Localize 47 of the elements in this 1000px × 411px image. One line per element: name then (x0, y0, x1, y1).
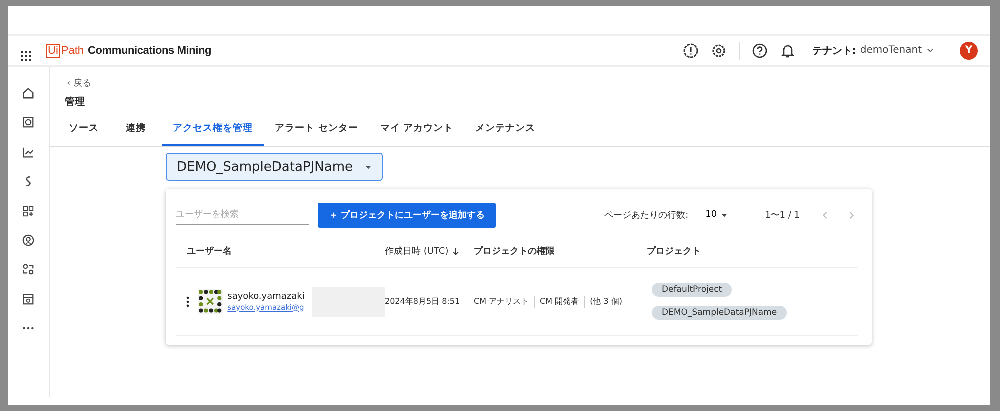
line-chart-icon[interactable] (22, 146, 35, 159)
project-chip: DefaultProject (652, 283, 732, 297)
logo: Ui Path (46, 44, 84, 58)
project-dropdown[interactable]: DEMO_SampleDataPJName (166, 153, 383, 181)
dropdown-arrow-icon (364, 164, 372, 170)
user-avatar[interactable]: Y (960, 42, 978, 60)
column-header: プロジェクト (647, 238, 858, 268)
help-icon[interactable] (752, 42, 768, 58)
column-header[interactable]: 作成日時 (UTC) (385, 245, 449, 258)
tenant-selector[interactable]: demoTenant (860, 45, 934, 56)
rows-per-page-select[interactable]: 10 (700, 209, 742, 221)
add-user-button[interactable]: ＋ プロジェクトにユーザーを追加する (318, 202, 496, 228)
alert-icon[interactable] (683, 42, 700, 58)
permission-label: (他 3 個) (590, 296, 622, 307)
tab[interactable]: ソース (58, 118, 110, 146)
tab[interactable]: アラート センター (264, 118, 370, 146)
tab[interactable]: 連携 (110, 118, 162, 146)
broadcast-icon[interactable] (22, 234, 35, 247)
target-icon[interactable] (22, 116, 35, 130)
chevron-icon (927, 47, 934, 54)
rows-per-page-label: ページあたりの行数: (604, 210, 689, 222)
home-icon[interactable] (22, 87, 35, 100)
identicon-avatar (198, 289, 223, 314)
column-header: プロジェクトの権限 (474, 238, 647, 268)
calendar-icon[interactable] (22, 292, 35, 306)
back-link[interactable]: ‹ 戻る (67, 77, 92, 90)
table-cell: 2024年8月5日 8:51 (385, 268, 474, 336)
project-chip: DEMO_SampleDataPJName (652, 306, 788, 320)
tab[interactable]: メンテナンス (464, 118, 547, 146)
tab[interactable]: マイ アカウント (369, 118, 465, 146)
product-name: Communications Mining (88, 44, 212, 56)
page-title: 管理 (65, 96, 86, 109)
user-name: sayoko.yamazaki (228, 292, 305, 302)
dropdown-arrow-icon (721, 212, 728, 218)
permission-label: CM 開発者 (540, 296, 580, 307)
column-header: ユーザー名 (176, 238, 385, 268)
app-grid-icon[interactable] (20, 50, 32, 62)
sort-down-icon[interactable] (452, 247, 460, 256)
notification-icon[interactable] (780, 42, 796, 58)
tenant-label: テナント: (812, 44, 856, 58)
permission-label: CM アナリスト (474, 296, 530, 307)
integration-icon[interactable] (22, 263, 35, 276)
settings-icon[interactable] (711, 42, 728, 58)
page-range: 1〜1 / 1 (765, 210, 800, 222)
more-options-icon[interactable] (186, 296, 190, 308)
add-apps-icon[interactable] (22, 204, 35, 218)
tab[interactable]: アクセス権を管理 (162, 118, 264, 146)
